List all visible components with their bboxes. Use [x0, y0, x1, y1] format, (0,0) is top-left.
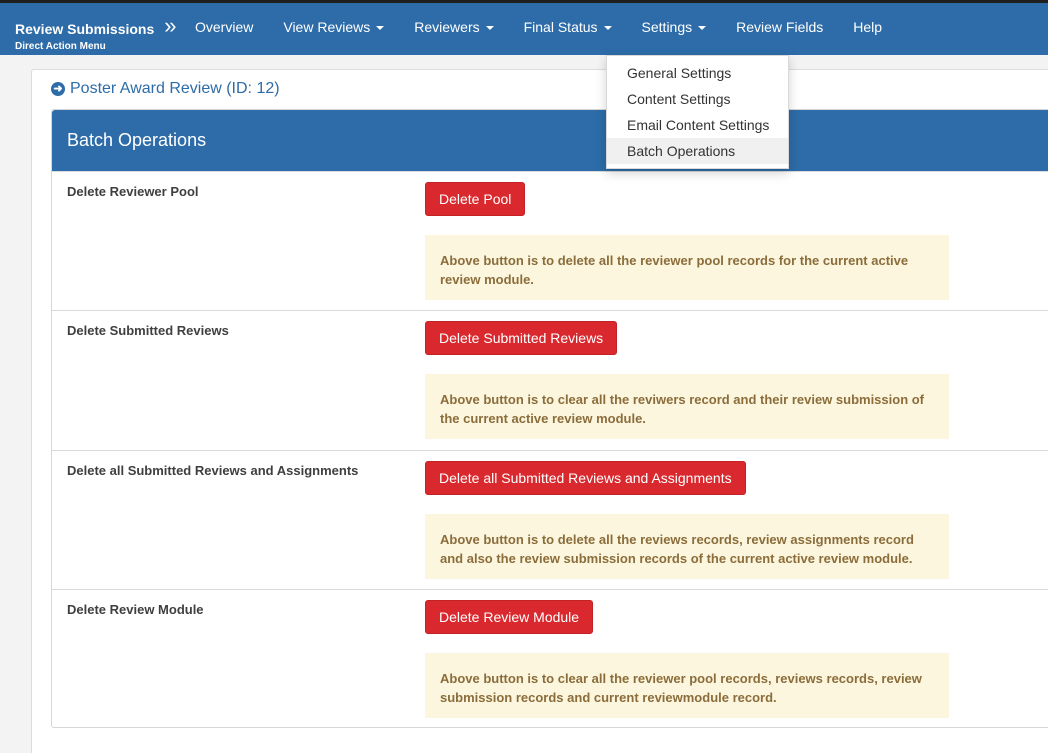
page-title-text: Poster Award Review (ID: 12) [70, 80, 280, 97]
delete-review-module-button[interactable]: Delete Review Module [425, 600, 594, 634]
nav-settings[interactable]: Settings [626, 3, 722, 55]
nav-overview-label: Overview [195, 19, 254, 35]
operation-note: Above button is to clear all the reviewe… [425, 653, 949, 718]
nav-overview[interactable]: Overview [180, 3, 268, 55]
nav-final-status-label: Final Status [523, 19, 598, 35]
brand-subtitle: Direct Action Menu [15, 41, 106, 52]
caret-down-icon [485, 26, 494, 31]
brand[interactable]: Review Submissions » Direct Action Menu [15, 13, 177, 52]
caret-down-icon [698, 26, 707, 31]
operation-label: Delete all Submitted Reviews and Assignm… [67, 463, 359, 478]
nav-final-status[interactable]: Final Status [509, 3, 627, 55]
operation-note: Above button is to delete all the review… [425, 514, 949, 579]
operation-label: Delete Reviewer Pool [67, 184, 199, 199]
operation-row-delete-reviewer-pool: Delete Reviewer Pool Delete Pool Above b… [52, 171, 1048, 310]
page-title: ➜ Poster Award Review (ID: 12) [51, 80, 280, 98]
top-navbar: Review Submissions » Direct Action Menu … [0, 0, 1048, 55]
menu-item-email-content-settings[interactable]: Email Content Settings [607, 112, 788, 138]
operation-label: Delete Review Module [67, 602, 204, 617]
operation-row-delete-all-reviews-assignments: Delete all Submitted Reviews and Assignm… [52, 450, 1048, 589]
menu-item-batch-operations[interactable]: Batch Operations [607, 138, 788, 164]
nav-settings-label: Settings [641, 19, 693, 35]
delete-pool-button[interactable]: Delete Pool [425, 182, 526, 216]
menu-item-general-settings[interactable]: General Settings [607, 60, 788, 86]
batch-operations-panel: Batch Operations Delete Reviewer Pool De… [51, 109, 1048, 728]
menu-item-content-settings[interactable]: Content Settings [607, 86, 788, 112]
main-nav: Overview View Reviews Reviewers Final St… [180, 3, 897, 55]
nav-review-fields[interactable]: Review Fields [721, 3, 838, 55]
nav-review-fields-label: Review Fields [736, 19, 824, 35]
panel-heading: Batch Operations [52, 110, 1048, 171]
settings-dropdown-menu: General Settings Content Settings Email … [606, 55, 789, 169]
brand-title: Review Submissions [15, 21, 155, 37]
nav-help-label: Help [853, 19, 883, 35]
circle-arrow-right-icon: ➜ [51, 82, 65, 96]
delete-submitted-reviews-button[interactable]: Delete Submitted Reviews [425, 321, 618, 355]
caret-down-icon [603, 26, 612, 31]
operation-row-delete-review-module: Delete Review Module Delete Review Modul… [52, 589, 1048, 728]
delete-all-reviews-assignments-button[interactable]: Delete all Submitted Reviews and Assignm… [425, 461, 746, 495]
double-chevron-right-icon[interactable]: » [164, 13, 176, 39]
nav-reviewers-label: Reviewers [414, 19, 480, 35]
operation-row-delete-submitted-reviews: Delete Submitted Reviews Delete Submitte… [52, 310, 1048, 450]
nav-view-reviews[interactable]: View Reviews [268, 3, 399, 55]
nav-view-reviews-label: View Reviews [283, 19, 371, 35]
caret-down-icon [376, 26, 385, 31]
operation-note: Above button is to clear all the reviwer… [425, 374, 949, 439]
operation-note: Above button is to delete all the review… [425, 235, 949, 300]
nav-reviewers[interactable]: Reviewers [399, 3, 508, 55]
operation-label: Delete Submitted Reviews [67, 323, 229, 338]
nav-help[interactable]: Help [838, 3, 897, 55]
